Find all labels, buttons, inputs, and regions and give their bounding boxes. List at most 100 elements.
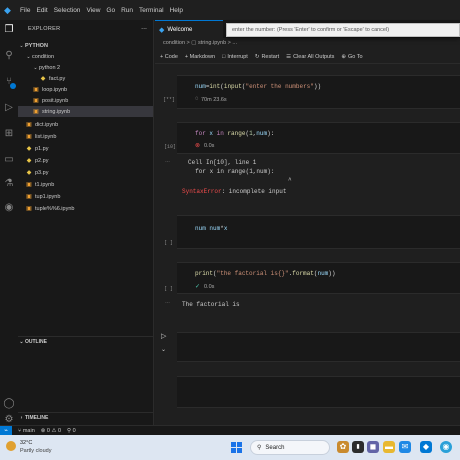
tree-file-dict-ipynb[interactable]: ▣ dict.ipynb (18, 119, 153, 130)
tree-item-label: condition (32, 53, 55, 60)
weather-temperature[interactable]: 32°C (20, 440, 32, 446)
code-cell-6[interactable] (177, 376, 460, 408)
add-markdown-cell-button[interactable]: + Markdown (185, 54, 215, 60)
status-bar: ⌁ ⑂ main ⊗ 0 ⚠ 0 ⚲ 0 (0, 425, 460, 436)
run-debug-icon[interactable]: ▷ (3, 102, 15, 114)
cell-source[interactable]: print("the factorial is{}".format(num)) (195, 270, 335, 277)
tree-item-label: tup1.ipynb (35, 193, 61, 200)
tree-folder-python2[interactable]: ⌄ python 2 (18, 62, 153, 73)
windows-taskbar: 32°C Partly cloudy ⚲ Search ✿ ▮ ◼ ▬ ✉ ◆ … (0, 435, 460, 460)
chevron-down-icon: ⌄ (26, 53, 31, 60)
explorer-icon[interactable]: ❐ (3, 24, 15, 36)
execution-time: 0.0s (204, 143, 215, 149)
accounts-icon[interactable]: ◯ (3, 398, 15, 410)
restart-button[interactable]: ↻ Restart (255, 54, 279, 60)
tree-file-posit-ipynb[interactable]: ▣ posit.ipynb (18, 95, 153, 106)
source-control-icon[interactable]: ⑂ (3, 76, 16, 89)
breadcrumb[interactable]: condition > ▢ string.ipynb > ... (163, 40, 237, 46)
decorative-app-icon[interactable]: ✿ (337, 441, 349, 453)
output-ellipsis-icon[interactable]: … (165, 299, 170, 305)
menu-edit[interactable]: Edit (36, 7, 47, 14)
cell-source[interactable]: num=int(input("enter the numbers")) (195, 83, 321, 90)
tree-root-label: PYTHON (25, 42, 48, 49)
ports-indicator[interactable]: ⚲ 0 (67, 428, 76, 434)
execution-count: [10] (164, 144, 177, 150)
clear-outputs-button[interactable]: ☰ Clear All Outputs (286, 54, 334, 60)
menu-go[interactable]: Go (106, 7, 115, 14)
weather-description[interactable]: Partly cloudy (20, 448, 52, 454)
mail-app-icon[interactable]: ✉ (399, 441, 411, 453)
tree-item-label: p2.py (35, 157, 49, 164)
python-file-icon: ◆ (26, 158, 32, 164)
menu-view[interactable]: View (86, 7, 100, 14)
branch-indicator[interactable]: ⑂ main (18, 428, 35, 434)
tree-file-loop-ipynb[interactable]: ▣ loop.ipynb (18, 84, 153, 95)
code-cell-3[interactable]: num num*x (177, 215, 460, 249)
problems-indicator[interactable]: ⊗ 0 ⚠ 0 (41, 428, 61, 434)
edge-browser-icon[interactable]: ◉ (440, 441, 452, 453)
timeline-panel-header[interactable]: › TIMELINE (18, 412, 153, 423)
vscode-app-icon[interactable]: ◆ (420, 441, 432, 453)
error-icon: ⊗ (195, 143, 201, 149)
tree-file-list-ipynb[interactable]: ▣ list.ipynb (18, 131, 153, 142)
menu-terminal[interactable]: Terminal (139, 7, 164, 14)
more-actions-icon[interactable]: ... (141, 24, 147, 31)
add-code-cell-button[interactable]: + Code (160, 54, 178, 60)
testing-icon[interactable]: ⚗ (3, 178, 15, 190)
file-explorer-icon[interactable]: ▬ (383, 441, 395, 453)
menu-file[interactable]: File (20, 7, 30, 14)
output-ellipsis-icon[interactable]: … (165, 158, 170, 164)
tree-file-p1-py[interactable]: ◆ p1.py (18, 143, 153, 154)
tree-file-p3-py[interactable]: ◆ p3.py (18, 167, 153, 178)
tree-folder-condition[interactable]: ⌄ condition (18, 51, 153, 62)
edge-icon[interactable]: ◉ (3, 202, 15, 214)
notebook-file-icon: ▣ (33, 109, 39, 115)
menu-selection[interactable]: Selection (54, 7, 81, 14)
windows-start-icon[interactable] (231, 442, 242, 453)
tree-file-tuple-ipynb[interactable]: ▣ tuple%%6.ipynb (18, 203, 153, 214)
notebook-file-icon: ▣ (26, 134, 32, 140)
tab-welcome[interactable]: ◆ Welcome (155, 20, 223, 38)
task-view-icon[interactable]: ▮ (352, 441, 364, 453)
code-cell-4[interactable]: print("the factorial is{}".format(num)) … (177, 262, 460, 294)
tree-item-label: dict.ipynb (35, 121, 59, 128)
taskbar-search[interactable]: ⚲ Search (250, 440, 330, 455)
code-cell-5[interactable] (177, 332, 460, 362)
tree-file-tup1-ipynb[interactable]: ▣ tup1.ipynb (18, 191, 153, 202)
remote-indicator-icon[interactable]: ⌁ (0, 425, 12, 436)
code-cell-2[interactable]: for x in range(1,num): ⊗ 0.0s (177, 122, 460, 154)
interrupt-button[interactable]: □ Interrupt (222, 54, 248, 60)
cell-dropdown-icon[interactable]: ⌄ (161, 346, 166, 353)
cell-source[interactable]: num num*x (195, 225, 227, 232)
tree-file-string-ipynb[interactable]: ▣ string.ipynb (18, 106, 153, 117)
code-cell-1[interactable]: num=int(input("enter the numbers")) 70m … (177, 75, 460, 109)
cell-output: The factorial is (182, 301, 240, 308)
run-cell-icon[interactable]: ▷ (161, 332, 166, 340)
go-to-button[interactable]: ⊕ Go To (341, 54, 362, 60)
notebook-file-icon: ▣ (33, 87, 39, 93)
menu-run[interactable]: Run (121, 7, 133, 14)
tree-file-fact-py[interactable]: ◆ fact.py (18, 73, 153, 84)
quick-input-text: enter the number: (Press 'Enter' to conf… (232, 27, 390, 33)
vscode-logo-icon: ◆ (159, 26, 165, 34)
chevron-right-icon: › (20, 415, 23, 421)
outline-label: OUTLINE (25, 339, 47, 345)
menu-help[interactable]: Help (170, 7, 183, 14)
search-icon[interactable]: ⚲ (3, 50, 15, 62)
quick-input-prompt[interactable]: enter the number: (Press 'Enter' to conf… (226, 23, 460, 37)
extensions-icon[interactable]: ⊞ (3, 128, 15, 140)
tree-root-python[interactable]: ⌄ PYTHON (18, 40, 153, 51)
traceback-location: Cell In[10], line 1 (188, 159, 257, 166)
title-bar: ◆ File Edit Selection View Go Run Termin… (0, 0, 460, 20)
stop-icon: □ (222, 53, 226, 60)
tree-item-label: fact.py (49, 75, 66, 82)
chat-app-icon[interactable]: ◼ (367, 441, 379, 453)
remote-explorer-icon[interactable]: ▭ (3, 154, 15, 166)
weather-icon[interactable] (6, 441, 16, 451)
execution-time: 70m 23.6s (201, 97, 227, 103)
tree-file-p2-py[interactable]: ◆ p2.py (18, 155, 153, 166)
cell-source[interactable]: for x in range(1,num): (195, 130, 274, 137)
outline-panel-header[interactable]: ⌄ OUTLINE (18, 336, 153, 347)
notebook-file-icon: ▣ (26, 194, 32, 200)
tree-file-t1-ipynb[interactable]: ▣ t1.ipynb (18, 179, 153, 190)
